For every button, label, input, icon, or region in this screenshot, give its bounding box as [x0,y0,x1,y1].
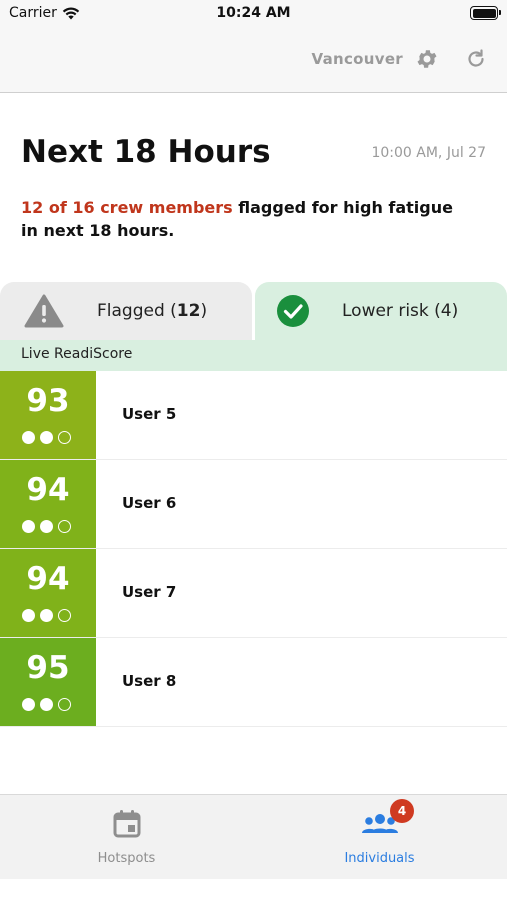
user-list: 93 User 5 94 User 6 94 User 7 95 User 8 [0,371,507,727]
rating-dot-empty [58,609,71,622]
gear-icon[interactable] [415,47,439,71]
warning-icon [24,294,64,328]
list-item[interactable]: 94 User 7 [0,549,507,638]
bottom-tab-bar: Hotspots 4 Individuals [0,794,507,879]
battery-icon [470,6,501,20]
user-name: User 8 [122,672,177,690]
user-name: User 7 [122,583,177,601]
tab-lower-risk-label: Lower risk (4) [342,301,459,321]
list-item[interactable]: 93 User 5 [0,371,507,460]
risk-tabs: Flagged (12) Lower risk (4) [0,282,507,340]
user-name: User 6 [122,494,177,512]
rating-dot-empty [58,431,71,444]
location-label[interactable]: Vancouver [311,50,403,68]
rating-dot-filled [22,698,35,711]
tab-lower-risk[interactable]: Lower risk (4) [255,282,507,340]
readiscore-value: 94 [26,472,70,508]
rating-dot-filled [40,609,53,622]
status-bar: Carrier 10:24 AM [0,0,507,28]
top-bar: Vancouver [0,28,507,93]
readiscore-value: 94 [26,561,70,597]
score-box: 95 [0,638,96,726]
rating-dot-filled [22,609,35,622]
score-box: 93 [0,371,96,459]
rating-dot-filled [22,520,35,533]
rating-dots [22,520,71,533]
tab-flagged[interactable]: Flagged (12) [0,282,252,340]
summary-highlight: 12 of 16 crew members [21,198,233,217]
rating-dots [22,609,71,622]
notification-badge: 4 [390,799,414,823]
section-label: Live ReadiScore [0,340,507,371]
list-item[interactable]: 95 User 8 [0,638,507,727]
tab-individuals-label: Individuals [344,851,415,866]
rating-dot-filled [40,431,53,444]
tab-hotspots-label: Hotspots [97,851,156,866]
rating-dot-empty [58,520,71,533]
fatigue-summary: 12 of 16 crew members flagged for high f… [21,196,471,242]
check-circle-icon [276,294,310,328]
readiscore-value: 93 [26,383,70,419]
rating-dots [22,698,71,711]
flagged-count: 12 [176,301,201,321]
tab-flagged-label: Flagged (12) [97,301,208,321]
readiscore-value: 95 [26,650,70,686]
rating-dots [22,431,71,444]
header-section: Next 18 Hours 10:00 AM, Jul 27 12 of 16 … [0,94,507,282]
live-readiscore-label: Live ReadiScore [21,346,133,362]
refresh-icon[interactable] [465,48,487,70]
rating-dot-empty [58,698,71,711]
tab-individuals[interactable]: 4 Individuals [253,795,506,880]
list-item[interactable]: 94 User 6 [0,460,507,549]
rating-dot-filled [40,698,53,711]
user-name: User 5 [122,405,177,423]
rating-dot-filled [22,431,35,444]
tab-hotspots[interactable]: Hotspots [0,795,253,880]
page-title: Next 18 Hours [21,134,271,170]
clock: 10:24 AM [216,5,291,21]
rating-dot-filled [40,520,53,533]
calendar-icon [112,809,142,843]
score-box: 94 [0,549,96,637]
score-box: 94 [0,460,96,548]
timestamp: 10:00 AM, Jul 27 [371,145,486,161]
